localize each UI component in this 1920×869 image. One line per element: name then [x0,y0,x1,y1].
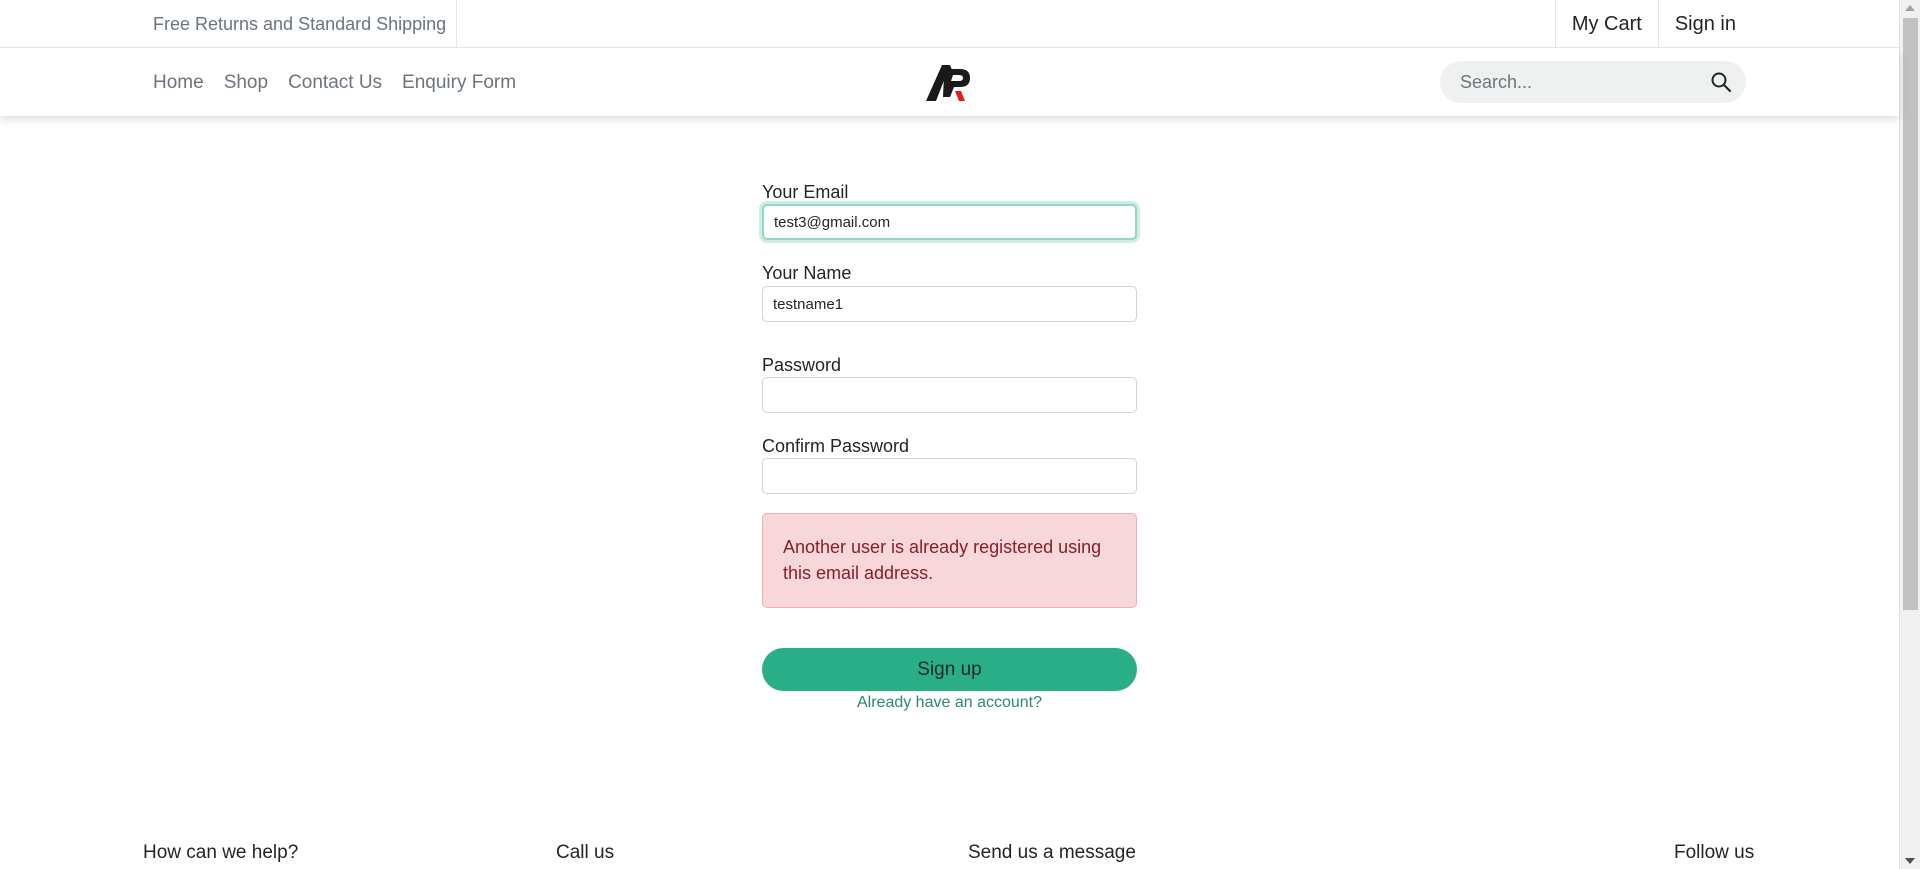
footer-heading-help: How can we help? [143,842,299,863]
sign-in-link[interactable]: Sign in [1657,0,1746,48]
my-cart-link[interactable]: My Cart [1554,0,1658,48]
email-label: Your Email [762,182,849,202]
password-label: Password [762,355,842,375]
nav-home[interactable]: Home [153,72,204,94]
main-navbar: Home Shop Contact Us Enquiry Form [0,49,1899,116]
account-links: My Cart Sign in [1554,0,1746,48]
scrollbar-thumb[interactable] [1903,18,1918,610]
page-scrollbar[interactable] [1899,0,1920,869]
sign-up-button[interactable]: Sign up [762,648,1137,691]
footer-heading-follow: Follow us [1674,842,1755,863]
confirm-password-field[interactable] [762,458,1137,494]
nav-enquiry-form[interactable]: Enquiry Form [402,72,516,94]
nav-contact-us[interactable]: Contact Us [288,72,382,94]
confirm-password-label: Confirm Password [762,436,910,456]
top-bar: Free Returns and Standard Shipping My Ca… [0,0,1899,48]
footer-heading-call: Call us [556,842,615,863]
error-alert: Another user is already registered using… [762,513,1137,608]
search-input[interactable] [1440,61,1690,103]
search-box [1440,61,1746,103]
nav-links: Home Shop Contact Us Enquiry Form [153,49,536,116]
ap-logo-icon[interactable] [924,61,974,103]
email-field[interactable] [762,204,1137,240]
name-field[interactable] [762,286,1137,322]
footer-heading-message: Send us a message [968,842,1136,863]
name-label: Your Name [762,263,852,283]
login-link[interactable]: Already have an account? [762,694,1137,712]
scroll-down-icon[interactable] [1905,858,1915,864]
promo-text: Free Returns and Standard Shipping [153,0,458,48]
search-icon[interactable] [1710,71,1732,93]
scroll-up-icon[interactable] [1905,5,1915,11]
password-field[interactable] [762,377,1137,413]
nav-shop[interactable]: Shop [224,72,268,94]
